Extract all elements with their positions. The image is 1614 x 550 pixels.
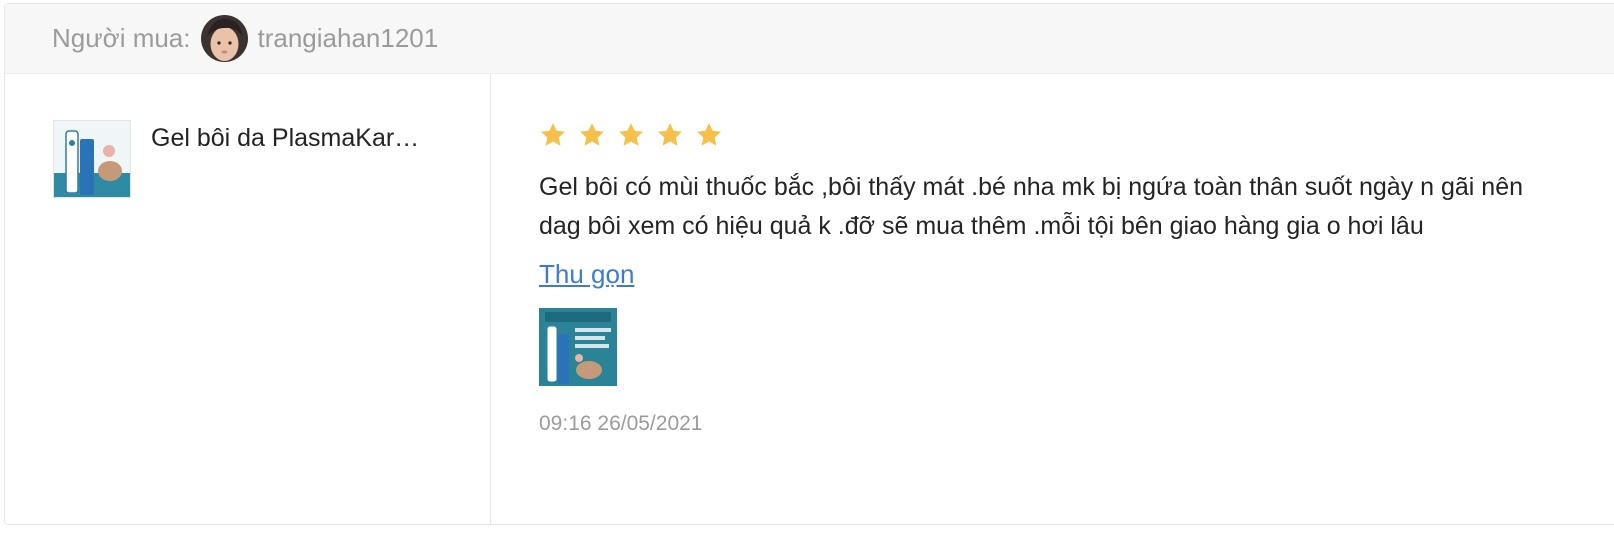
review-image[interactable] — [539, 308, 617, 386]
review-timestamp: 09:16 26/05/2021 — [539, 412, 703, 435]
product-name[interactable]: Gel bôi da PlasmaKar… — [151, 124, 419, 153]
buyer-label: Người mua: — [52, 23, 191, 53]
star-icon — [539, 121, 567, 149]
buyer-username[interactable]: trangiahan1201 — [258, 23, 439, 54]
star-icon — [695, 121, 723, 149]
star-icon — [656, 121, 684, 149]
buyer-avatar[interactable] — [200, 15, 248, 62]
review-text: Gel bôi có mùi thuốc bắc ,bôi thấy mát .… — [539, 173, 1524, 240]
star-icon — [617, 121, 645, 149]
rating-stars — [539, 120, 1614, 150]
review-column: Gel bôi có mùi thuốc bắc ,bôi thấy mát .… — [491, 74, 1614, 525]
review-header: Người mua: trangiahan1201 — [5, 4, 1614, 74]
collapse-link[interactable]: Thu gọn — [539, 259, 634, 290]
star-icon — [578, 121, 606, 149]
product-thumbnail[interactable] — [53, 120, 131, 198]
product-column: Gel bôi da PlasmaKar… — [5, 74, 491, 525]
review-card: Người mua: trangiahan1201 Gel bôi da Pla… — [4, 3, 1614, 525]
review-body: Gel bôi da PlasmaKar… Gel bôi có mùi thu… — [5, 74, 1614, 525]
